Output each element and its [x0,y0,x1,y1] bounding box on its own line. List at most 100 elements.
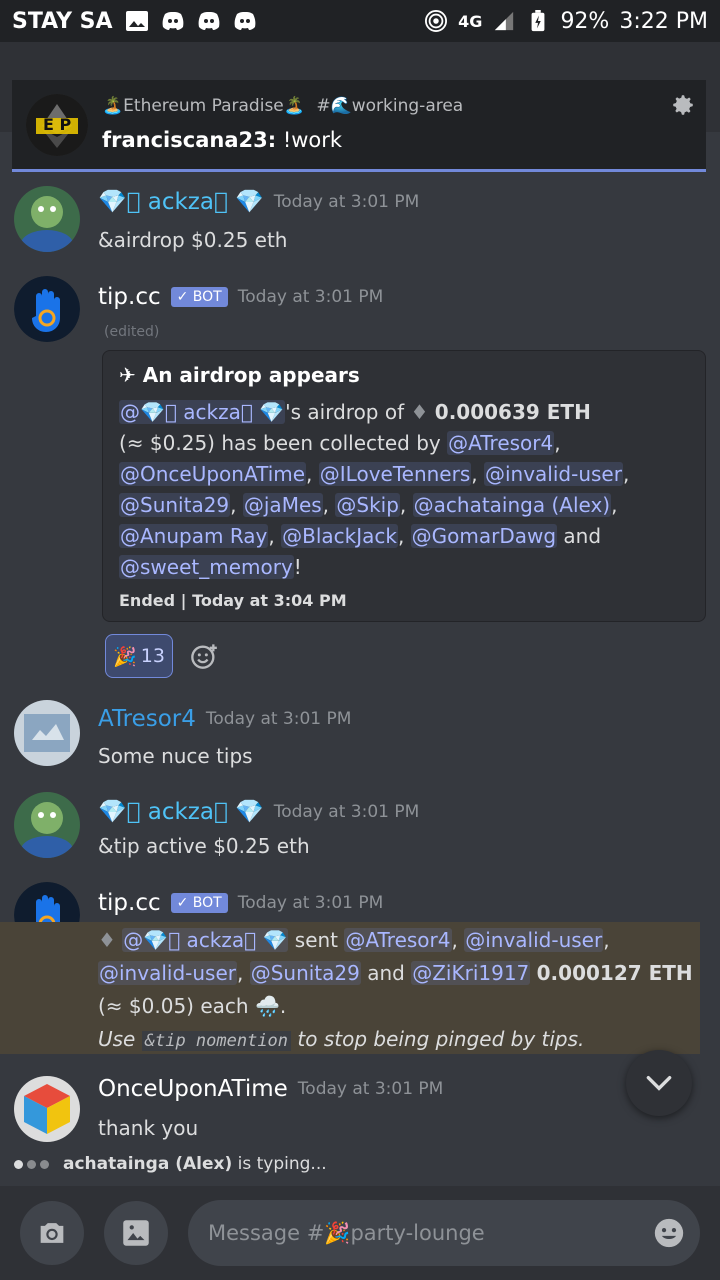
typing-user: achatainga (Alex) [63,1154,233,1174]
mention[interactable]: @ATresor4 [447,431,555,455]
timestamp: Today at 3:01 PM [205,709,352,729]
mention[interactable]: @jaMes [242,493,323,517]
edited-label: (edited) [104,324,160,340]
embed-text: (≈ $0.25) has been collected by [119,431,441,455]
hint-suffix: to stop being pinged by tips. [297,1027,585,1051]
sent-label: sent [294,928,339,952]
message-text: Some nuce tips [98,744,253,768]
timestamp: Today at 3:01 PM [237,893,384,913]
airdrop-amount: 0.000639 ETH [434,400,591,424]
gallery-notification-icon [125,11,148,31]
message-text: thank you [98,1116,199,1140]
mention[interactable]: @invalid-user [464,928,604,952]
avatar[interactable] [14,186,80,252]
mention[interactable]: @invalid-user [483,462,623,486]
add-reaction-icon[interactable] [190,642,218,670]
timestamp: Today at 3:01 PM [237,287,384,307]
bot-badge: ✓ BOT [170,287,228,307]
hotspot-icon [425,10,448,32]
hint-text: Use &tip nomention to stop being pinged … [98,1027,584,1051]
discord-notification-icon [162,12,183,30]
mention[interactable]: @sweet_memory [119,555,294,579]
avatar[interactable] [14,276,80,342]
embed-text: ! [293,555,302,579]
rain-icon: 🌧️ [254,994,280,1018]
server-avatar: E P [26,94,88,156]
author-name[interactable]: tip.cc [98,890,161,916]
tail-label: (≈ [98,994,123,1018]
author-name[interactable]: 💎⃟ ackza⃟ 💎 [98,188,264,215]
message-composer: Message #🎉party-lounge [0,1186,720,1280]
camera-button[interactable] [20,1201,84,1265]
embed-footer: Ended | Today at 3:04 PM [119,591,347,610]
notification-meta: 🏝️Ethereum Paradise🏝️ #🌊working-area [102,96,463,116]
mention[interactable]: @💎⃟ ackza⃟ 💎 [122,928,289,952]
party-popper-icon: 🎉 [113,645,137,668]
mention[interactable]: @Anupam Ray [119,524,269,548]
chevron-down-icon [646,1076,672,1091]
gallery-button[interactable] [104,1201,168,1265]
reaction-button[interactable]: 🎉 13 [105,634,173,678]
embed-text: 's airdrop of [285,400,405,424]
message-input[interactable]: Message #🎉party-lounge [188,1200,700,1266]
mention[interactable]: @Skip [335,493,400,517]
bot-badge: ✓ BOT [170,893,228,913]
gear-icon[interactable] [670,92,696,118]
hint-prefix: Use [98,1027,136,1051]
notification-content: franciscana23: !work [102,128,342,152]
mention[interactable]: @Sunita29 [249,961,361,985]
mention[interactable]: @achatainga (Alex) [412,493,612,517]
mention[interactable]: @ATresor4 [344,928,452,952]
embed-text: and [563,524,602,548]
mention[interactable]: @💎⃟ ackza⃟ 💎 [119,400,286,424]
mention[interactable]: @GomarDawg [410,524,558,548]
command-code: &tip nomention [141,1031,292,1051]
embed-description: @💎⃟ ackza⃟ 💎's airdrop of ♦ 0.000639 ETH… [119,400,630,579]
clock: 3:22 PM [619,8,708,34]
author-name[interactable]: OnceUponATime [98,1076,288,1102]
status-bar: STAY SA 4G 92% 3:22 PM [0,0,720,42]
avatar[interactable] [14,1076,80,1142]
typing-indicator: achatainga (Alex) is typing... [0,1142,720,1186]
mention[interactable]: @BlackJack [281,524,398,548]
embed-title: ✈ An airdrop appears [119,363,360,387]
tail-label-2: $0.05) each [128,994,249,1018]
typing-dots-icon [14,1159,49,1169]
avatar[interactable] [14,700,80,766]
notification-author: franciscana23: [102,128,277,152]
message-text: ♦ @💎⃟ ackza⃟ 💎 sent @ATresor4, @invalid-… [98,928,693,1051]
jump-to-bottom-button[interactable] [626,1050,692,1116]
timestamp: Today at 3:01 PM [273,191,420,212]
timestamp: Today at 3:01 PM [297,1079,444,1099]
battery-icon [532,10,545,32]
author-name[interactable]: ATresor4 [98,706,196,732]
discord-notification-icon-3 [234,12,255,30]
avatar[interactable] [14,792,80,858]
discord-notification-icon-2 [198,12,219,30]
reaction-count: 13 [140,645,165,667]
emoji-icon[interactable] [652,1216,686,1250]
message-text: &tip active $0.25 eth [98,834,310,858]
notification-banner[interactable]: E P 🏝️Ethereum Paradise🏝️ #🌊working-area… [12,80,706,172]
image-icon [123,1220,149,1246]
author-name[interactable]: tip.cc [98,284,161,310]
notification-server: 🏝️Ethereum Paradise🏝️ [102,96,305,116]
and-label: and [367,961,405,985]
eth-icon: ♦ [98,928,116,952]
carrier-label: STAY SA [12,8,113,34]
signal-icon [495,11,514,31]
mention[interactable]: @OnceUponATime [119,462,307,486]
mention[interactable]: @ZiKri1917 [411,961,531,985]
typing-suffix: is typing... [237,1154,327,1174]
author-name[interactable]: 💎⃟ ackza⃟ 💎 [98,798,264,825]
battery-label: 92% [560,8,610,34]
message-text: &airdrop $0.25 eth [98,228,288,252]
camera-icon [40,1223,64,1243]
message-list[interactable]: 💎⃟ ackza⃟ 💎 Today at 3:01 PM &airdrop $0… [0,172,720,1142]
message-placeholder: Message #🎉party-lounge [208,1220,485,1245]
mention[interactable]: @ILoveTenners [318,462,472,486]
network-label: 4G [458,11,483,31]
mention[interactable]: @Sunita29 [119,493,231,517]
mention[interactable]: @invalid-user [98,961,237,985]
timestamp: Today at 3:01 PM [273,801,420,822]
